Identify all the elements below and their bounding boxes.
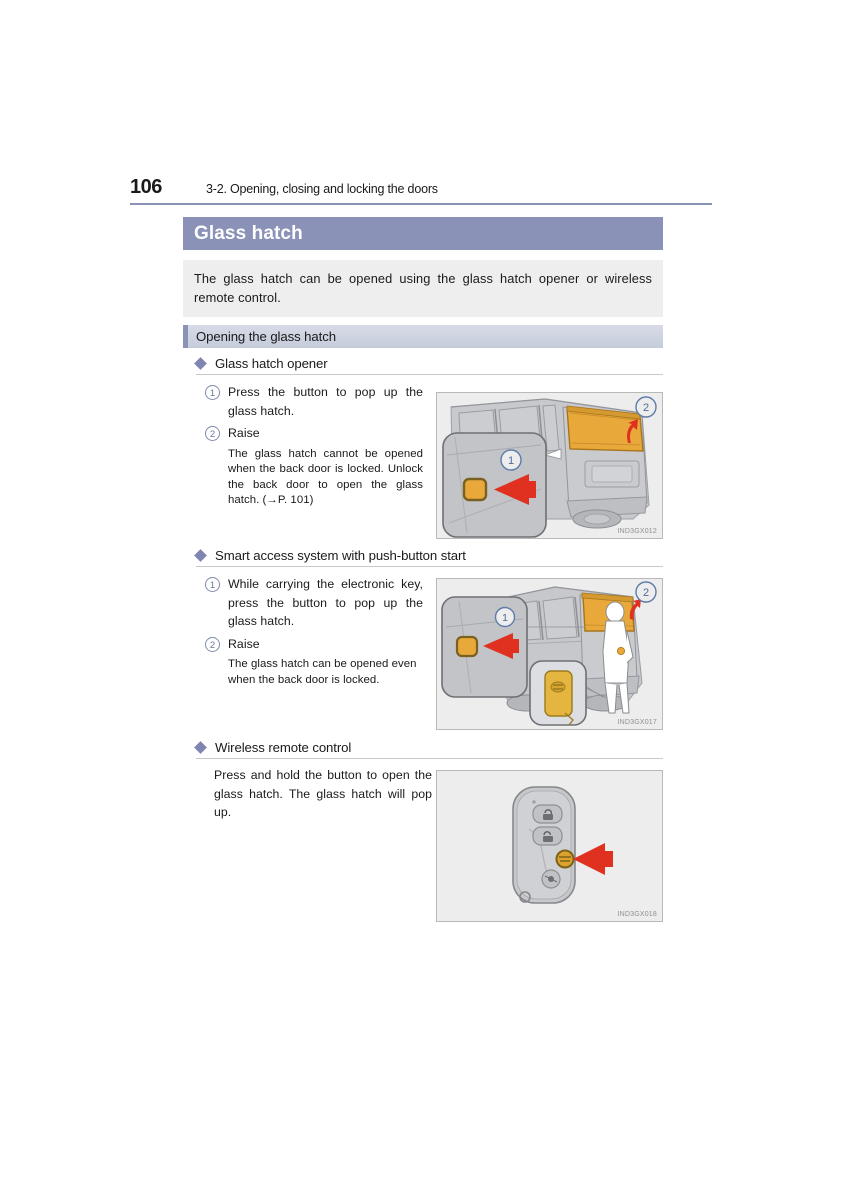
- bullet-heading-rule: [196, 758, 663, 759]
- bullet-heading-smart-access: Smart access system with push-button sta…: [194, 545, 663, 565]
- step-text: Press the button to pop up the glass hat…: [228, 385, 423, 418]
- svg-text:1: 1: [502, 612, 508, 624]
- step-number-badge: 2: [205, 636, 220, 652]
- wireless-remote-paragraph: Press and hold the button to open the gl…: [214, 768, 432, 819]
- diamond-bullet-icon: [194, 548, 207, 562]
- section-title: Glass hatch: [194, 222, 303, 244]
- step-number-badge: 1: [205, 577, 220, 592]
- bullet-heading-rule: [196, 374, 663, 375]
- bullet-heading-wireless-remote: Wireless remote control: [194, 737, 663, 757]
- section-title-bar: Glass hatch: [183, 217, 663, 250]
- figure-2-illustration: 1 2: [437, 579, 662, 729]
- bullet-heading-rule: [196, 566, 663, 567]
- header-divider-rule: [130, 203, 712, 205]
- manual-page: 106 3-2. Opening, closing and locking th…: [0, 0, 848, 1200]
- step-item: 2 Raise: [205, 635, 423, 654]
- figure-code: IND3GX017: [617, 719, 657, 726]
- figure-code: IND3GX018: [617, 911, 657, 918]
- step-item: 2 Raise: [205, 424, 423, 443]
- diamond-bullet-icon: [194, 740, 207, 754]
- running-head: 106 3-2. Opening, closing and locking th…: [130, 176, 720, 199]
- step-note: The glass hatch cannot be opened when th…: [228, 447, 423, 507]
- steps-list-smart-access: 1 While carrying the electronic key, pre…: [205, 575, 423, 688]
- figure-code: IND3GX012: [617, 528, 657, 535]
- figure-wireless-remote: IND3GX018: [436, 770, 663, 922]
- bullet-heading-glass-hatch-opener: Glass hatch opener: [194, 353, 663, 373]
- step-text: Raise: [228, 426, 260, 440]
- step-text: Raise: [228, 636, 260, 651]
- subsection-title: Opening the glass hatch: [196, 329, 336, 344]
- step-note: The glass hatch can be opened even when …: [228, 658, 417, 686]
- figure-1-illustration: 1 2: [437, 393, 662, 538]
- figure-3-illustration: [437, 771, 662, 921]
- svg-text:2: 2: [643, 587, 649, 599]
- bullet-heading-label: Wireless remote control: [215, 739, 352, 755]
- figure-smart-access: 1 2 IND3GX017: [436, 578, 663, 730]
- step-number-badge: 2: [205, 426, 220, 441]
- svg-text:1: 1: [508, 455, 514, 467]
- diamond-bullet-icon: [194, 356, 207, 370]
- bullet-heading-label: Glass hatch opener: [215, 355, 328, 371]
- subsection-bar: Opening the glass hatch: [183, 325, 663, 348]
- bullet-heading-label: Smart access system with push-button sta…: [215, 547, 466, 563]
- step-item: 1 Press the button to pop up the glass h…: [205, 383, 423, 420]
- svg-text:2: 2: [643, 402, 649, 414]
- steps-list-opener: 1 Press the button to pop up the glass h…: [205, 383, 423, 509]
- running-head-title: 3-2. Opening, closing and locking the do…: [206, 182, 438, 196]
- step-text: While carrying the electronic key, press…: [228, 577, 423, 628]
- figure-glass-hatch-opener: 1 2 IND3GX012: [436, 392, 663, 539]
- intro-text: The glass hatch can be opened using the …: [194, 271, 652, 305]
- intro-block: The glass hatch can be opened using the …: [183, 260, 663, 317]
- step-item: 1 While carrying the electronic key, pre…: [205, 575, 423, 631]
- step-number-badge: 1: [205, 385, 220, 400]
- page-number: 106: [130, 176, 162, 198]
